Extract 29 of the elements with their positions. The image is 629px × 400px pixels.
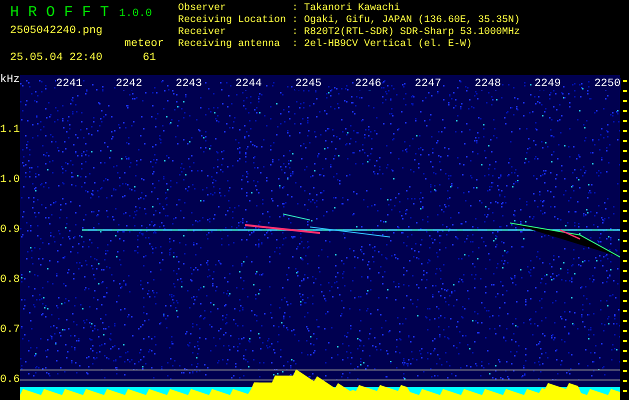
app-version: 1.0.0 bbox=[119, 7, 152, 22]
timestamp: 25.05.04 22:40 bbox=[10, 51, 102, 65]
x-axis-label: 2246 bbox=[355, 78, 382, 90]
x-axis-label: 2242 bbox=[116, 78, 142, 90]
station-field-label: Observer bbox=[178, 3, 228, 14]
station-field-label: Receiving Location bbox=[178, 15, 288, 26]
meteor-count: 61 bbox=[142, 51, 156, 65]
x-axis-label: 2244 bbox=[235, 78, 262, 90]
x-axis-label: 2247 bbox=[414, 78, 442, 90]
app-name: H R O F F T bbox=[10, 4, 110, 22]
station-field-value: : Takanori Kawachi bbox=[292, 3, 400, 14]
station-field-value: : Ogaki, Gifu, JAPAN (136.60E, 35.35N) bbox=[292, 15, 520, 26]
count-label: meteor bbox=[124, 38, 164, 51]
x-axis-label: 2241 bbox=[56, 78, 82, 90]
station-field-value: : R820T2(RTL-SDR) SDR-Sharp 53.1000MHz bbox=[292, 27, 520, 38]
y-axis-label: 1.0 bbox=[0, 174, 20, 186]
x-axis-label: 2248 bbox=[474, 78, 501, 90]
x-axis-label: 2245 bbox=[295, 78, 322, 90]
x-axis-label: 2249 bbox=[534, 78, 561, 90]
y-axis-label: 0.7 bbox=[0, 324, 20, 336]
y-axis-label: 0.9 bbox=[0, 224, 20, 236]
file-name: 2505042240.png bbox=[10, 25, 102, 38]
y-axis-label: 1.1 bbox=[0, 124, 20, 136]
y-axis-label: 0.6 bbox=[0, 374, 20, 386]
station-field-label: Receiver bbox=[178, 27, 228, 38]
station-field-label: Receiving antenna bbox=[178, 39, 282, 51]
station-field-value: : 2el-HB9CV Vertical (el. E-W) bbox=[292, 39, 472, 51]
x-axis-label: 2250 bbox=[594, 78, 621, 90]
y-axis-label: 0.8 bbox=[0, 274, 20, 286]
